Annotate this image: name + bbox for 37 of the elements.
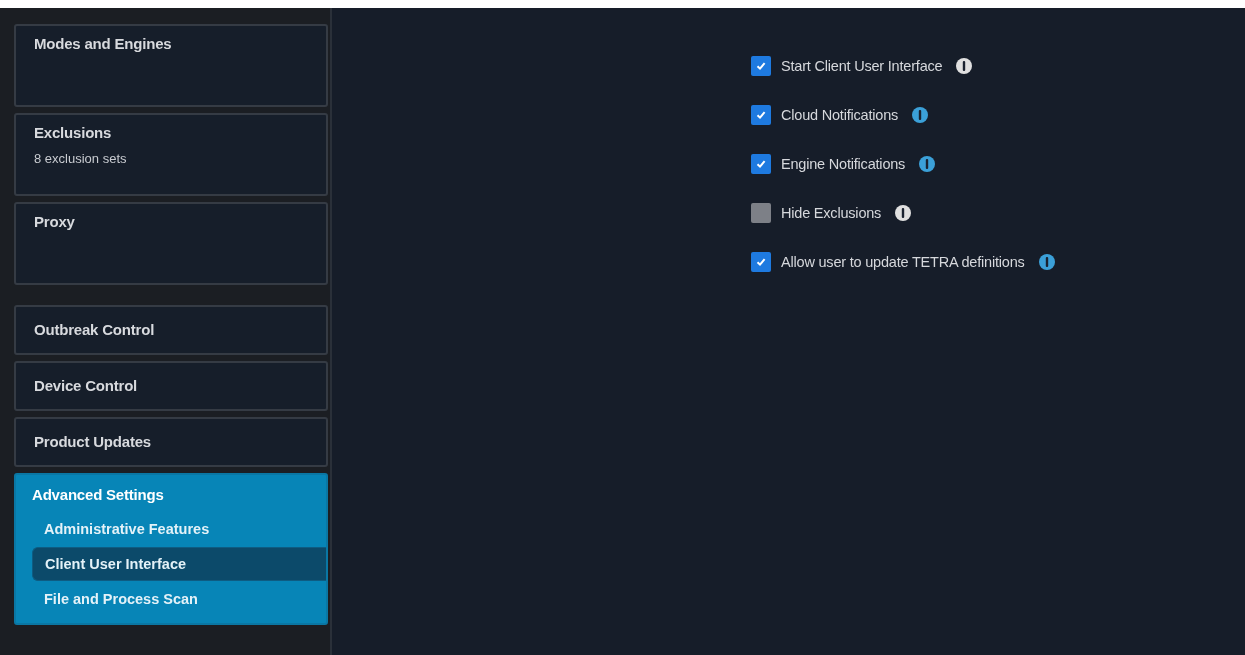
checkmark-icon xyxy=(756,257,766,267)
sidebar-subitem[interactable]: Administrative Features xyxy=(32,513,326,545)
sidebar-section[interactable]: Modes and Engines xyxy=(14,24,328,107)
checkmark-icon xyxy=(756,159,766,169)
checkmark-icon xyxy=(756,110,766,120)
checkbox[interactable] xyxy=(751,154,771,174)
checkmark-icon xyxy=(756,61,766,71)
sidebar-section[interactable]: Proxy xyxy=(14,202,328,285)
checkbox[interactable] xyxy=(751,105,771,125)
info-icon[interactable] xyxy=(895,205,912,221)
section-title: Product Updates xyxy=(34,432,151,452)
section-title: Advanced Settings xyxy=(32,485,164,505)
sidebar-subitem[interactable]: Client User Interface xyxy=(32,547,326,581)
checkbox[interactable] xyxy=(751,252,771,272)
section-subtitle: 8 exclusion sets xyxy=(34,151,127,166)
option-label: Start Client User Interface xyxy=(781,58,943,74)
section-title: Proxy xyxy=(34,212,75,232)
sidebar-section[interactable]: Product Updates xyxy=(14,417,328,467)
section-title: Exclusions xyxy=(34,123,112,143)
option-label: Engine Notifications xyxy=(781,156,906,172)
sidebar-section[interactable]: Exclusions 8 exclusion sets xyxy=(14,113,328,196)
option-label: Cloud Notifications xyxy=(781,107,899,123)
sidebar-section[interactable]: Device Control xyxy=(14,361,328,411)
option-label: Allow user to update TETRA definitions xyxy=(781,254,1025,270)
info-icon[interactable] xyxy=(919,156,936,172)
sidebar-subitem[interactable]: File and Process Scan xyxy=(32,583,326,615)
info-icon[interactable] xyxy=(1038,254,1055,270)
checkbox[interactable] xyxy=(751,203,771,223)
section-title: Modes and Engines xyxy=(34,34,172,54)
option-label: Hide Exclusions xyxy=(781,205,882,221)
selected-sidebar-section[interactable]: Advanced Settings Administrative Features Client User Interface File and Process Scan xyxy=(14,473,328,625)
section-title: Device Control xyxy=(34,376,138,396)
info-icon[interactable] xyxy=(912,107,929,123)
sidebar-section[interactable]: Outbreak Control xyxy=(14,305,328,355)
info-icon[interactable] xyxy=(956,58,973,74)
section-title: Outbreak Control xyxy=(34,320,155,340)
checkbox[interactable] xyxy=(751,56,771,76)
